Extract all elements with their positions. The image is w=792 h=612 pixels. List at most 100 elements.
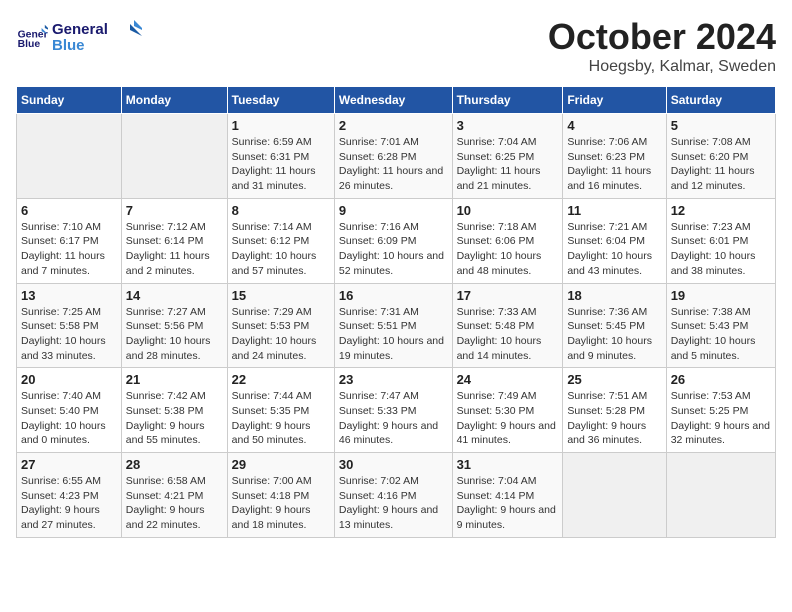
cell-w1-d7: 5 Sunrise: 7:08 AM Sunset: 6:20 PM Daylig… xyxy=(666,114,775,199)
week-row-2: 6 Sunrise: 7:10 AM Sunset: 6:17 PM Daylig… xyxy=(17,198,776,283)
day-info: Sunrise: 7:40 AM Sunset: 5:40 PM Dayligh… xyxy=(21,389,117,448)
day-info: Sunrise: 7:21 AM Sunset: 6:04 PM Dayligh… xyxy=(567,220,661,279)
cell-w1-d4: 2Sunrise: 7:01 AM Sunset: 6:28 PM Daylig… xyxy=(334,114,452,199)
day-info: Sunrise: 7:01 AM Sunset: 6:28 PM Dayligh… xyxy=(339,135,448,194)
cell-w5-d3: 29 Sunrise: 7:00 AM Sunset: 4:18 PM Dayli… xyxy=(227,453,334,538)
cell-w4-d3: 22 Sunrise: 7:44 AM Sunset: 5:35 PM Dayli… xyxy=(227,368,334,453)
day-number: 25 xyxy=(567,372,661,387)
day-number: 21 xyxy=(126,372,223,387)
col-wednesday: Wednesday xyxy=(334,87,452,114)
cell-w5-d1: 27 Sunrise: 6:55 AM Sunset: 4:23 PM Dayli… xyxy=(17,453,122,538)
cell-w3-d1: 13 Sunrise: 7:25 AM Sunset: 5:58 PM Dayli… xyxy=(17,283,122,368)
day-number: 16 xyxy=(339,288,448,303)
logo-icon: General Blue xyxy=(16,20,48,52)
day-number: 13 xyxy=(21,288,117,303)
day-info: Sunrise: 7:10 AM Sunset: 6:17 PM Dayligh… xyxy=(21,220,117,279)
logo-svg: General Blue xyxy=(52,16,142,56)
cell-w1-d1 xyxy=(17,114,122,199)
page-header: General Blue General Blue October 2024 H… xyxy=(16,16,776,76)
cell-w5-d4: 30 Sunrise: 7:02 AM Sunset: 4:16 PM Dayli… xyxy=(334,453,452,538)
svg-text:Blue: Blue xyxy=(18,39,41,50)
day-number: 8 xyxy=(232,203,330,218)
day-info: Sunrise: 7:38 AM Sunset: 5:43 PM Dayligh… xyxy=(671,305,771,364)
cell-w2-d6: 11 Sunrise: 7:21 AM Sunset: 6:04 PM Dayli… xyxy=(563,198,666,283)
day-info: Sunrise: 7:53 AM Sunset: 5:25 PM Dayligh… xyxy=(671,389,771,448)
day-number: 26 xyxy=(671,372,771,387)
cell-w5-d2: 28 Sunrise: 6:58 AM Sunset: 4:21 PM Dayli… xyxy=(121,453,227,538)
day-number: 28 xyxy=(126,457,223,472)
day-number: 20 xyxy=(21,372,117,387)
day-number: 27 xyxy=(21,457,117,472)
day-info: Sunrise: 7:02 AM Sunset: 4:16 PM Dayligh… xyxy=(339,474,448,533)
day-info: Sunrise: 7:16 AM Sunset: 6:09 PM Dayligh… xyxy=(339,220,448,279)
day-info: Sunrise: 6:58 AM Sunset: 4:21 PM Dayligh… xyxy=(126,474,223,533)
day-number: 9 xyxy=(339,203,448,218)
day-info: Sunrise: 7:04 AM Sunset: 4:14 PM Dayligh… xyxy=(457,474,559,533)
day-info: Sunrise: 7:12 AM Sunset: 6:14 PM Dayligh… xyxy=(126,220,223,279)
day-number: 22 xyxy=(232,372,330,387)
day-info: Sunrise: 7:47 AM Sunset: 5:33 PM Dayligh… xyxy=(339,389,448,448)
day-number: 29 xyxy=(232,457,330,472)
day-number: 12 xyxy=(671,203,771,218)
day-info: Sunrise: 7:36 AM Sunset: 5:45 PM Dayligh… xyxy=(567,305,661,364)
day-number: 31 xyxy=(457,457,559,472)
title-block: October 2024 Hoegsby, Kalmar, Sweden xyxy=(548,16,776,76)
day-number: 24 xyxy=(457,372,559,387)
day-number: 5 xyxy=(671,118,771,133)
day-info: Sunrise: 6:59 AM Sunset: 6:31 PM Dayligh… xyxy=(232,135,330,194)
cell-w2-d3: 8Sunrise: 7:14 AM Sunset: 6:12 PM Daylig… xyxy=(227,198,334,283)
day-number: 23 xyxy=(339,372,448,387)
calendar-subtitle: Hoegsby, Kalmar, Sweden xyxy=(548,58,776,76)
cell-w1-d2 xyxy=(121,114,227,199)
day-number: 1 xyxy=(232,118,330,133)
day-info: Sunrise: 7:23 AM Sunset: 6:01 PM Dayligh… xyxy=(671,220,771,279)
cell-w2-d1: 6 Sunrise: 7:10 AM Sunset: 6:17 PM Daylig… xyxy=(17,198,122,283)
day-info: Sunrise: 7:29 AM Sunset: 5:53 PM Dayligh… xyxy=(232,305,330,364)
logo: General Blue General Blue xyxy=(16,16,142,56)
day-number: 14 xyxy=(126,288,223,303)
day-info: Sunrise: 7:33 AM Sunset: 5:48 PM Dayligh… xyxy=(457,305,559,364)
day-info: Sunrise: 7:44 AM Sunset: 5:35 PM Dayligh… xyxy=(232,389,330,448)
cell-w1-d3: 1 Sunrise: 6:59 AM Sunset: 6:31 PM Daylig… xyxy=(227,114,334,199)
svg-text:Blue: Blue xyxy=(52,37,85,54)
week-row-4: 20 Sunrise: 7:40 AM Sunset: 5:40 PM Dayli… xyxy=(17,368,776,453)
cell-w2-d5: 10Sunrise: 7:18 AM Sunset: 6:06 PM Dayli… xyxy=(452,198,563,283)
cell-w2-d2: 7 Sunrise: 7:12 AM Sunset: 6:14 PM Daylig… xyxy=(121,198,227,283)
day-number: 7 xyxy=(126,203,223,218)
week-row-1: 1 Sunrise: 6:59 AM Sunset: 6:31 PM Daylig… xyxy=(17,114,776,199)
day-info: Sunrise: 7:27 AM Sunset: 5:56 PM Dayligh… xyxy=(126,305,223,364)
day-number: 30 xyxy=(339,457,448,472)
day-number: 11 xyxy=(567,203,661,218)
cell-w4-d1: 20 Sunrise: 7:40 AM Sunset: 5:40 PM Dayli… xyxy=(17,368,122,453)
day-info: Sunrise: 6:55 AM Sunset: 4:23 PM Dayligh… xyxy=(21,474,117,533)
col-thursday: Thursday xyxy=(452,87,563,114)
cell-w1-d5: 3Sunrise: 7:04 AM Sunset: 6:25 PM Daylig… xyxy=(452,114,563,199)
header-row: Sunday Monday Tuesday Wednesday Thursday… xyxy=(17,87,776,114)
day-info: Sunrise: 7:08 AM Sunset: 6:20 PM Dayligh… xyxy=(671,135,771,194)
day-info: Sunrise: 7:00 AM Sunset: 4:18 PM Dayligh… xyxy=(232,474,330,533)
cell-w4-d7: 26 Sunrise: 7:53 AM Sunset: 5:25 PM Dayli… xyxy=(666,368,775,453)
day-number: 4 xyxy=(567,118,661,133)
day-number: 6 xyxy=(21,203,117,218)
cell-w4-d2: 21Sunrise: 7:42 AM Sunset: 5:38 PM Dayli… xyxy=(121,368,227,453)
day-info: Sunrise: 7:51 AM Sunset: 5:28 PM Dayligh… xyxy=(567,389,661,448)
col-monday: Monday xyxy=(121,87,227,114)
calendar-title: October 2024 xyxy=(548,16,776,58)
cell-w5-d6 xyxy=(563,453,666,538)
cell-w1-d6: 4Sunrise: 7:06 AM Sunset: 6:23 PM Daylig… xyxy=(563,114,666,199)
day-info: Sunrise: 7:49 AM Sunset: 5:30 PM Dayligh… xyxy=(457,389,559,448)
cell-w3-d6: 18Sunrise: 7:36 AM Sunset: 5:45 PM Dayli… xyxy=(563,283,666,368)
week-row-3: 13 Sunrise: 7:25 AM Sunset: 5:58 PM Dayli… xyxy=(17,283,776,368)
cell-w4-d5: 24 Sunrise: 7:49 AM Sunset: 5:30 PM Dayli… xyxy=(452,368,563,453)
cell-w2-d7: 12 Sunrise: 7:23 AM Sunset: 6:01 PM Dayli… xyxy=(666,198,775,283)
day-info: Sunrise: 7:25 AM Sunset: 5:58 PM Dayligh… xyxy=(21,305,117,364)
cell-w5-d5: 31 Sunrise: 7:04 AM Sunset: 4:14 PM Dayli… xyxy=(452,453,563,538)
cell-w3-d5: 17 Sunrise: 7:33 AM Sunset: 5:48 PM Dayli… xyxy=(452,283,563,368)
day-info: Sunrise: 7:18 AM Sunset: 6:06 PM Dayligh… xyxy=(457,220,559,279)
day-number: 17 xyxy=(457,288,559,303)
day-number: 3 xyxy=(457,118,559,133)
col-saturday: Saturday xyxy=(666,87,775,114)
cell-w3-d2: 14 Sunrise: 7:27 AM Sunset: 5:56 PM Dayli… xyxy=(121,283,227,368)
cell-w3-d7: 19Sunrise: 7:38 AM Sunset: 5:43 PM Dayli… xyxy=(666,283,775,368)
col-friday: Friday xyxy=(563,87,666,114)
